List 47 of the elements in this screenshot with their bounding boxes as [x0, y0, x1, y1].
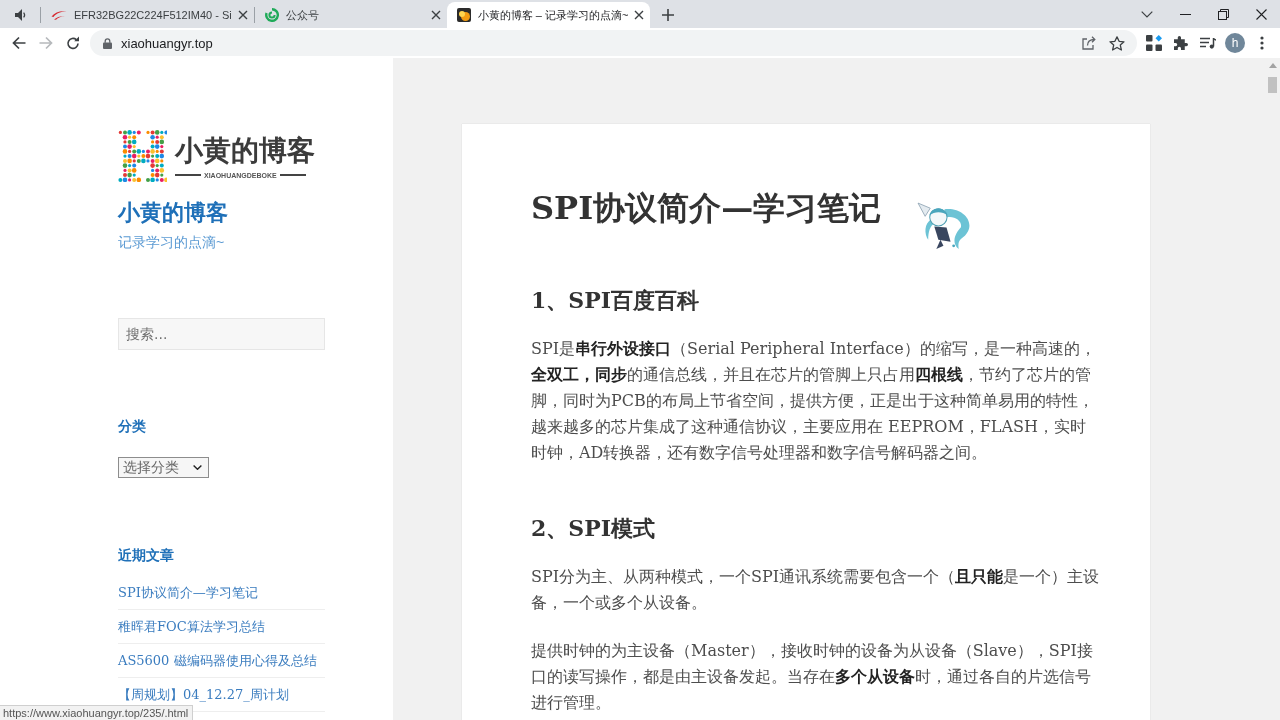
back-arrow-icon[interactable] — [12, 36, 26, 50]
search-field[interactable]: 搜索... — [118, 318, 325, 350]
minimize-icon[interactable] — [1179, 13, 1191, 15]
browser-tab[interactable]: 公众号 — [254, 2, 447, 28]
article-paragraph: SPI是串行外设接口（Serial Peripheral Interface）的缩写，是一种高速的，全双工，同步的通信总线，并且在芯片的管脚上只占用四根线，节约了芯片的管脚，同时为PCB的布局上节省空间，提供方便，正是出于这种简单易用的特性，越来越多的芯片集成了这种通信协议，主要应用在 EEPROM，FLASH，实时时钟，AD转换器，还有数字信号处理器和数字信号解码器之间。 — [531, 338, 1097, 464]
recent-post-link[interactable]: SPI协议简介—学习笔记 — [118, 585, 258, 600]
browser-tab[interactable]: 小黄的博客 – 记录学习的点滴~ — [446, 2, 651, 28]
browser-tab[interactable]: EFR32BG22C224F512IM40 - Si — [41, 2, 254, 28]
puzzle-icon[interactable] — [1174, 36, 1188, 50]
category-select[interactable]: 选择分类 — [118, 457, 209, 478]
chevron-down-icon[interactable] — [1141, 10, 1153, 18]
close-icon[interactable] — [1255, 8, 1267, 20]
menu-icon[interactable] — [1260, 36, 1264, 50]
swoosh-icon — [51, 10, 67, 20]
reload-icon[interactable] — [66, 36, 80, 50]
ring-icon — [264, 8, 279, 22]
caret-icon — [193, 465, 202, 470]
article-title: SPI协议简介—学习笔记 — [531, 188, 882, 229]
profile-avatar[interactable]: h — [1225, 33, 1245, 53]
star-icon[interactable] — [1109, 35, 1125, 51]
speaker-icon — [14, 9, 26, 21]
close-icon[interactable] — [430, 10, 441, 20]
apps-grid-icon[interactable] — [1146, 35, 1162, 51]
playlist-icon[interactable] — [1200, 37, 1216, 49]
article-paragraph: SPI分为主、从两种模式，一个SPI通讯系统需要包含一个（且只能是一个）主设备，一个或多个从设备。 — [531, 566, 1100, 614]
recent-post-link[interactable]: 稚晖君FOC算法学习总结 — [118, 619, 265, 634]
recent-post-link[interactable]: AS5600 磁编码器使用心得及总结 — [118, 653, 317, 668]
logo-title: 小黄的博客 — [175, 133, 315, 168]
address-bar[interactable]: xiaohuangyr.top — [90, 30, 1137, 56]
link-status-url: https://www.xiaohuangyr.top/235/.html — [0, 705, 194, 720]
article-paragraph: 提供时钟的为主设备（Master），接收时钟的设备为从设备（Slave），SPI接口的读写操作，都是由主设备发起。当存在多个从设备时，通过各自的片选信号进行管理。 — [531, 640, 1094, 714]
close-icon[interactable] — [634, 10, 645, 20]
widget-heading: 近期文章 — [118, 546, 174, 565]
widget-heading: 分类 — [118, 417, 146, 436]
favicon-icon — [456, 8, 471, 22]
recent-post-link[interactable]: 【周规划】04_12.27_周计划 — [118, 687, 289, 702]
scrollbar-thumb[interactable] — [1268, 77, 1277, 93]
letter-h-logo-icon — [118, 130, 167, 182]
section-heading: 2、SPI模式 — [531, 514, 657, 543]
restore-icon[interactable] — [1217, 8, 1229, 20]
new-tab-icon[interactable] — [662, 9, 675, 21]
close-icon[interactable] — [237, 10, 248, 20]
share-icon[interactable] — [1082, 36, 1096, 50]
site-title[interactable]: 小黄的博客 — [118, 198, 228, 228]
section-heading: 1、SPI百度百科 — [531, 286, 701, 315]
lock-icon — [103, 37, 112, 49]
site-tagline: 记录学习的点滴~ — [118, 233, 225, 252]
